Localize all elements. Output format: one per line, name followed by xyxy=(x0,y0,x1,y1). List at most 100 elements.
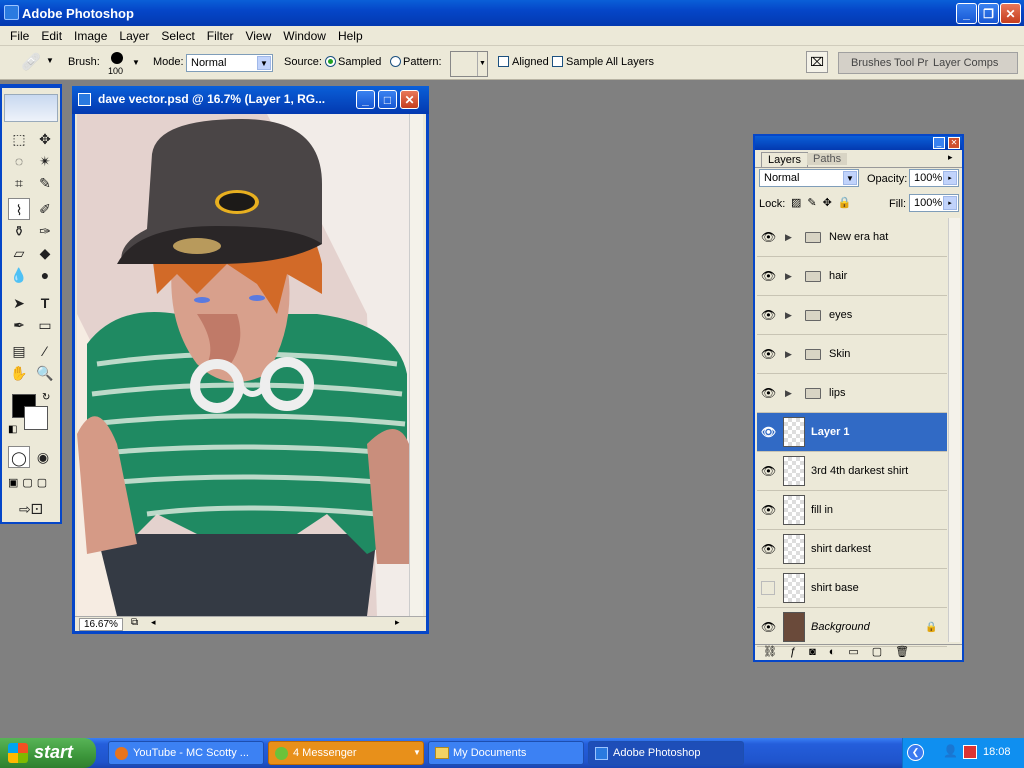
notes-tool-icon[interactable]: ▤ xyxy=(8,340,30,362)
tray-app-icon[interactable] xyxy=(963,745,977,759)
messenger-tray-icon[interactable]: 👤 xyxy=(943,744,958,758)
path-selection-tool-icon[interactable]: ➤ xyxy=(8,292,30,314)
tab-paths[interactable]: Paths xyxy=(807,153,848,165)
eye-icon[interactable]: 👁 xyxy=(761,308,776,322)
menu-edit[interactable]: Edit xyxy=(35,29,68,43)
tray-expand-icon[interactable]: ❮ xyxy=(907,744,924,761)
layer-row[interactable]: 👁 ▶ New era hat xyxy=(757,218,947,257)
eyedropper-tool-icon[interactable]: ⁄ xyxy=(34,340,56,362)
expand-group-icon[interactable]: ▶ xyxy=(785,349,792,360)
blur-tool-icon[interactable]: 💧 xyxy=(8,264,30,286)
slice-tool-icon[interactable]: ✎ xyxy=(34,172,56,194)
background-color-swatch[interactable] xyxy=(24,406,48,430)
taskbar-item-youtube[interactable]: YouTube - MC Scotty ... xyxy=(108,741,264,765)
source-sampled-radio[interactable]: Sampled xyxy=(325,56,381,68)
clock[interactable]: 18:08 xyxy=(983,746,1011,758)
layers-scrollbar[interactable] xyxy=(948,218,960,642)
tab-layers[interactable]: Layers xyxy=(761,152,809,167)
source-pattern-radio[interactable]: Pattern: xyxy=(390,56,442,68)
layer-row[interactable]: 👁 ▶ lips xyxy=(757,374,947,413)
well-tab-layer-comps[interactable]: Layer Comps xyxy=(933,57,998,69)
move-tool-icon[interactable]: ✥ xyxy=(34,128,56,150)
feather-logo-icon[interactable] xyxy=(4,94,58,122)
expand-group-icon[interactable]: ▶ xyxy=(785,271,792,282)
fill-field[interactable]: 100% ▸ xyxy=(909,194,959,212)
doc-close-button[interactable]: ✕ xyxy=(400,90,419,109)
eraser-tool-icon[interactable]: ▱ xyxy=(8,242,30,264)
taskbar-item-photoshop[interactable]: Adobe Photoshop xyxy=(588,741,744,765)
screen-mode-icons[interactable]: ▣▢▢ xyxy=(8,476,56,490)
taskbar-item-messenger[interactable]: 4 Messenger ▼ xyxy=(268,741,424,765)
layer-row[interactable]: 👁 shirt darkest xyxy=(757,530,947,569)
menu-layer[interactable]: Layer xyxy=(113,29,155,43)
eye-icon[interactable]: 👁 xyxy=(761,503,776,517)
magic-wand-tool-icon[interactable]: ✴ xyxy=(34,150,56,172)
brush-dropdown-icon[interactable]: ▼ xyxy=(132,58,140,67)
eye-hidden-icon[interactable] xyxy=(761,581,775,595)
default-colors-icon[interactable]: ◧ xyxy=(8,424,17,435)
history-brush-tool-icon[interactable]: ✑ xyxy=(34,220,56,242)
type-tool-icon[interactable]: T xyxy=(34,292,56,314)
layer-row[interactable]: 👁 ▶ eyes xyxy=(757,296,947,335)
layer-row[interactable]: 👁 Background 🔒 xyxy=(757,608,947,647)
lasso-tool-icon[interactable]: ◌ xyxy=(8,150,30,172)
layer-row[interactable]: 👁 Layer 1 xyxy=(757,413,947,452)
zoom-level[interactable]: 16.67% xyxy=(79,618,123,631)
menu-image[interactable]: Image xyxy=(68,29,113,43)
pattern-picker[interactable]: ▼ xyxy=(450,51,488,77)
restore-button[interactable]: ❐ xyxy=(978,3,999,24)
menu-file[interactable]: File xyxy=(4,29,35,43)
start-button[interactable]: start xyxy=(0,738,96,768)
paint-bucket-tool-icon[interactable]: ◆ xyxy=(34,242,56,264)
scroll-right-icon[interactable]: ▸ xyxy=(395,617,400,628)
menu-view[interactable]: View xyxy=(239,29,277,43)
dodge-tool-icon[interactable]: ● xyxy=(34,264,56,286)
aligned-checkbox[interactable]: Aligned xyxy=(498,56,549,68)
menu-help[interactable]: Help xyxy=(332,29,369,43)
quick-mask-mode-icon[interactable]: ◉ xyxy=(32,446,54,468)
eye-icon[interactable]: 👁 xyxy=(761,269,776,283)
sample-all-layers-checkbox[interactable]: Sample All Layers xyxy=(552,56,654,68)
hand-tool-icon[interactable]: ✋ xyxy=(8,362,30,384)
marquee-tool-icon[interactable]: ⬚ xyxy=(8,128,30,150)
eye-icon[interactable]: 👁 xyxy=(761,386,776,400)
layers-footer-icons[interactable]: ⛓ƒ◙◐▭▢🗑 xyxy=(755,644,962,660)
pen-tool-icon[interactable]: ✒ xyxy=(8,314,30,336)
healing-brush-tool-icon[interactable]: 🩹 xyxy=(18,52,44,74)
well-tab-tool-presets[interactable]: Tool Pr xyxy=(894,57,928,69)
well-tab-brushes[interactable]: Brushes xyxy=(851,57,891,69)
jump-to-imageready-icon[interactable]: ⇨⚀ xyxy=(8,498,54,520)
expand-group-icon[interactable]: ▶ xyxy=(785,310,792,321)
layer-row[interactable]: 👁 ▶ Skin xyxy=(757,335,947,374)
lock-options-icons[interactable]: ▨✎✥🔒 xyxy=(791,196,858,209)
crop-tool-icon[interactable]: ⌗ xyxy=(8,172,30,194)
brush-preview-icon[interactable] xyxy=(111,52,123,64)
document-canvas[interactable] xyxy=(77,114,409,616)
palette-menu-icon[interactable]: ▸ xyxy=(948,152,953,163)
mode-select[interactable]: Normal ▼ xyxy=(186,54,273,72)
eye-icon[interactable]: 👁 xyxy=(761,620,776,634)
brush-tool-icon[interactable]: ✐ xyxy=(34,198,56,220)
doc-minimize-button[interactable]: _ xyxy=(356,90,375,109)
palette-minimize-button[interactable]: _ xyxy=(933,137,945,149)
vertical-scrollbar[interactable] xyxy=(409,114,423,616)
blend-mode-select[interactable]: Normal ▼ xyxy=(759,169,859,187)
eye-icon[interactable]: 👁 xyxy=(761,464,776,478)
layer-row[interactable]: 👁 fill in xyxy=(757,491,947,530)
minimize-button[interactable]: _ xyxy=(956,3,977,24)
menu-window[interactable]: Window xyxy=(277,29,332,43)
healing-brush-tool-icon[interactable]: ⌇ xyxy=(8,198,30,220)
status-menu-icon[interactable]: ⧉ xyxy=(131,617,138,628)
layer-row[interactable]: 👁 3rd 4th darkest shirt xyxy=(757,452,947,491)
clone-stamp-tool-icon[interactable]: ⚱ xyxy=(8,220,30,242)
eye-icon[interactable]: 👁 xyxy=(761,542,776,556)
swap-colors-icon[interactable]: ↻ xyxy=(42,392,50,403)
opacity-field[interactable]: 100% ▸ xyxy=(909,169,959,187)
palette-close-button[interactable]: ✕ xyxy=(948,137,960,149)
scroll-left-icon[interactable]: ◂ xyxy=(151,617,156,628)
layer-row[interactable]: shirt base xyxy=(757,569,947,608)
palette-well-icon[interactable]: ⌧ xyxy=(806,51,828,73)
eye-icon[interactable]: 👁 xyxy=(761,425,776,439)
eye-icon[interactable]: 👁 xyxy=(761,347,776,361)
expand-group-icon[interactable]: ▶ xyxy=(785,388,792,399)
